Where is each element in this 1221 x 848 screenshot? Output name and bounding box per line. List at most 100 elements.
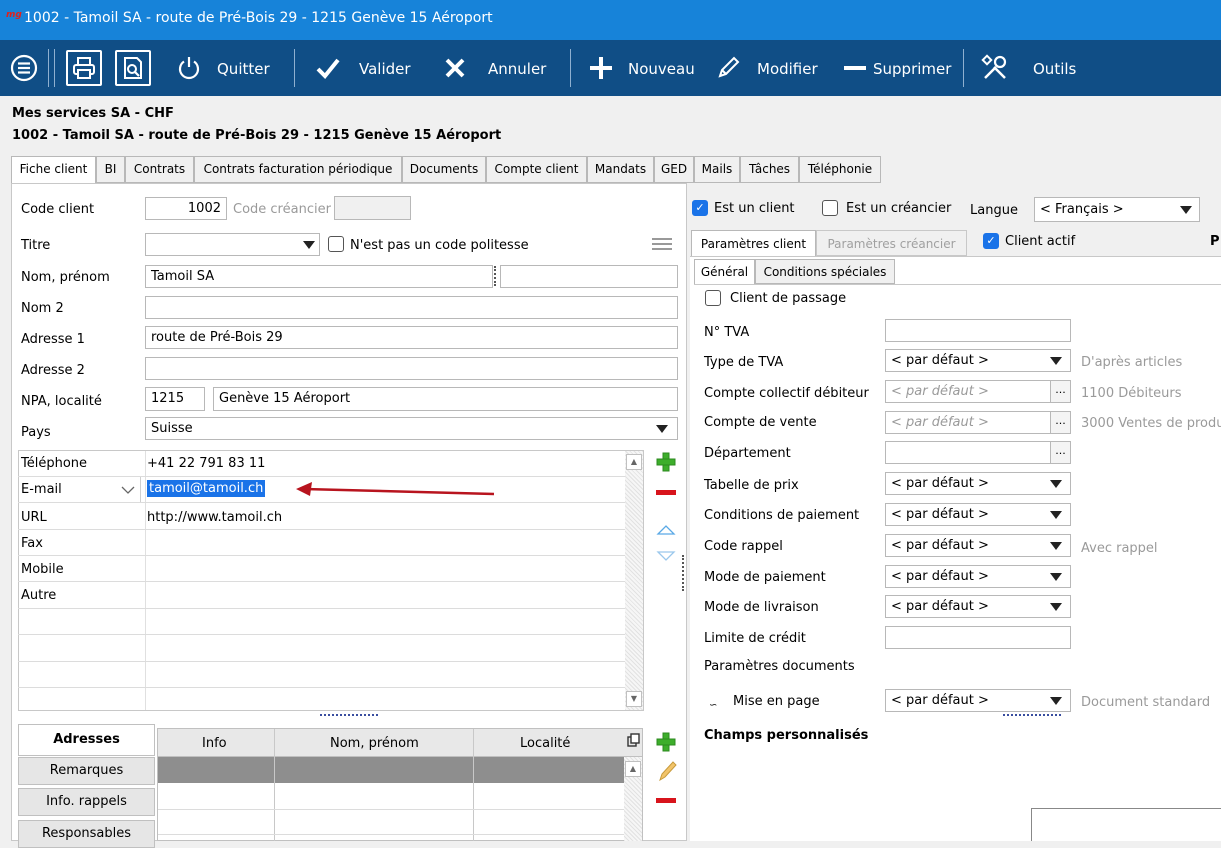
splitter-handle[interactable]: [320, 714, 378, 717]
tab-mandats[interactable]: Mandats: [587, 156, 654, 183]
nom2-input[interactable]: [145, 296, 678, 319]
splitter-handle[interactable]: [1003, 714, 1061, 717]
annuler-button[interactable]: Annuler: [488, 60, 546, 78]
type-tva-select[interactable]: < par défaut >: [885, 349, 1071, 372]
tools-icon[interactable]: [977, 50, 1013, 86]
table-row[interactable]: Mobile: [18, 556, 625, 581]
mode-paiement-select[interactable]: < par défaut >: [885, 565, 1071, 588]
tab-parametres-creancier[interactable]: Paramètres créancier: [816, 230, 967, 256]
move-down-icon[interactable]: [656, 550, 676, 562]
chevron-down-icon[interactable]: [121, 484, 135, 494]
toolbar: Quitter Valider Annuler Nouveau Modifier…: [0, 40, 1221, 96]
nom-input[interactable]: Tamoil SA: [145, 265, 493, 288]
client-passage-checkbox[interactable]: [705, 290, 721, 306]
adresse1-input[interactable]: route de Pré-Bois 29: [145, 326, 678, 349]
subtab-general[interactable]: Général: [694, 259, 755, 284]
modifier-button[interactable]: Modifier: [757, 60, 818, 78]
tab-mails[interactable]: Mails: [694, 156, 740, 183]
tab-contrats[interactable]: Contrats: [125, 156, 194, 183]
expand-icon[interactable]: ∽: [709, 700, 717, 711]
contact-value[interactable]: +41 22 791 83 11: [147, 456, 265, 471]
outils-button[interactable]: Outils: [1033, 60, 1076, 78]
adresse1-label: Adresse 1: [21, 332, 85, 347]
tabelle-prix-select[interactable]: < par défaut >: [885, 472, 1071, 495]
table-row[interactable]: URL http://www.tamoil.ch: [18, 503, 625, 528]
scroll-up-icon[interactable]: ▲: [626, 454, 642, 470]
tab-contrats-facturation[interactable]: Contrats facturation périodique: [194, 156, 402, 183]
side-tab-responsables[interactable]: Responsables: [18, 820, 155, 848]
remove-contact-icon[interactable]: [656, 490, 676, 495]
scroll-up-icon[interactable]: ▲: [625, 761, 641, 777]
minus-icon[interactable]: [837, 50, 873, 86]
browse-button[interactable]: ...: [1050, 412, 1070, 433]
code-rappel-select[interactable]: < par défaut >: [885, 534, 1071, 557]
table-row[interactable]: Autre: [18, 582, 625, 607]
side-tab-remarques[interactable]: Remarques: [18, 757, 155, 785]
supprimer-button[interactable]: Supprimer: [873, 60, 951, 78]
table-row[interactable]: [158, 757, 624, 783]
plus-icon[interactable]: [583, 50, 619, 86]
splitter-handle[interactable]: [682, 555, 685, 591]
est-client-checkbox[interactable]: ✓: [692, 200, 708, 216]
mode-livraison-select[interactable]: < par défaut >: [885, 595, 1071, 618]
browse-button[interactable]: ...: [1050, 442, 1070, 463]
compte-collectif-input[interactable]: < par défaut > ...: [885, 380, 1071, 403]
tab-fiche-client[interactable]: Fiche client: [11, 156, 96, 184]
power-icon[interactable]: [171, 50, 207, 86]
pencil-icon[interactable]: [710, 50, 746, 86]
localite-input[interactable]: Genève 15 Aéroport: [213, 387, 678, 411]
tab-parametres-client[interactable]: Paramètres client: [691, 230, 816, 256]
side-tab-info-rappels[interactable]: Info. rappels: [18, 788, 155, 816]
quitter-button[interactable]: Quitter: [217, 60, 270, 78]
menu-icon[interactable]: [6, 50, 42, 86]
print-icon[interactable]: [66, 50, 102, 86]
scroll-down-icon[interactable]: ▼: [626, 691, 642, 707]
npa-label: NPA, localité: [21, 394, 102, 409]
tab-documents[interactable]: Documents: [402, 156, 486, 183]
print-preview-icon[interactable]: [115, 50, 151, 86]
tab-compte-client[interactable]: Compte client: [486, 156, 587, 183]
add-address-icon[interactable]: [655, 731, 677, 753]
valider-button[interactable]: Valider: [359, 60, 411, 78]
politesse-checkbox[interactable]: [328, 236, 344, 252]
client-actif-checkbox[interactable]: ✓: [983, 233, 999, 249]
remove-address-icon[interactable]: [656, 798, 676, 803]
npa-input[interactable]: 1215: [145, 387, 205, 411]
mise-en-page-select[interactable]: < par défaut >: [885, 689, 1071, 712]
move-up-icon[interactable]: [656, 524, 676, 536]
check-icon[interactable]: [310, 50, 346, 86]
code-client-label: Code client: [21, 202, 95, 217]
cross-icon[interactable]: [437, 50, 473, 86]
email-value-selected[interactable]: tamoil@tamoil.ch: [147, 480, 266, 497]
tab-ged[interactable]: GED: [654, 156, 694, 183]
table-row[interactable]: Fax: [18, 530, 625, 555]
langue-select[interactable]: < Français >: [1034, 197, 1200, 222]
code-client-input[interactable]: 1002: [145, 197, 227, 220]
list-lines-icon[interactable]: [651, 236, 673, 252]
grid-row-line: [18, 608, 625, 609]
tab-taches[interactable]: Tâches: [740, 156, 799, 183]
est-creancier-checkbox[interactable]: [822, 200, 838, 216]
tab-bi[interactable]: BI: [96, 156, 125, 183]
compte-vente-input[interactable]: < par défaut > ...: [885, 411, 1071, 434]
add-contact-icon[interactable]: [655, 451, 677, 473]
departement-input[interactable]: ...: [885, 441, 1071, 464]
side-tab-adresses[interactable]: Adresses: [18, 724, 155, 756]
pays-select[interactable]: Suisse: [145, 417, 678, 440]
nouveau-button[interactable]: Nouveau: [628, 60, 695, 78]
copy-icon[interactable]: [627, 733, 641, 747]
contact-value[interactable]: http://www.tamoil.ch: [147, 510, 282, 525]
conditions-paiement-select[interactable]: < par défaut >: [885, 503, 1071, 526]
splitter-handle[interactable]: [494, 266, 497, 286]
subtab-conditions-speciales[interactable]: Conditions spéciales: [755, 259, 895, 284]
table-row[interactable]: Téléphone +41 22 791 83 11: [18, 451, 625, 476]
tab-telephonie[interactable]: Téléphonie: [799, 156, 881, 183]
prenom-input[interactable]: [500, 265, 678, 288]
titre-select[interactable]: [145, 233, 320, 256]
contacts-scrollbar[interactable]: [625, 451, 643, 710]
adresse2-input[interactable]: [145, 357, 678, 380]
tva-input[interactable]: [885, 319, 1071, 342]
limite-credit-input[interactable]: [885, 626, 1071, 649]
browse-button[interactable]: ...: [1050, 381, 1070, 402]
edit-address-icon[interactable]: [657, 760, 677, 782]
